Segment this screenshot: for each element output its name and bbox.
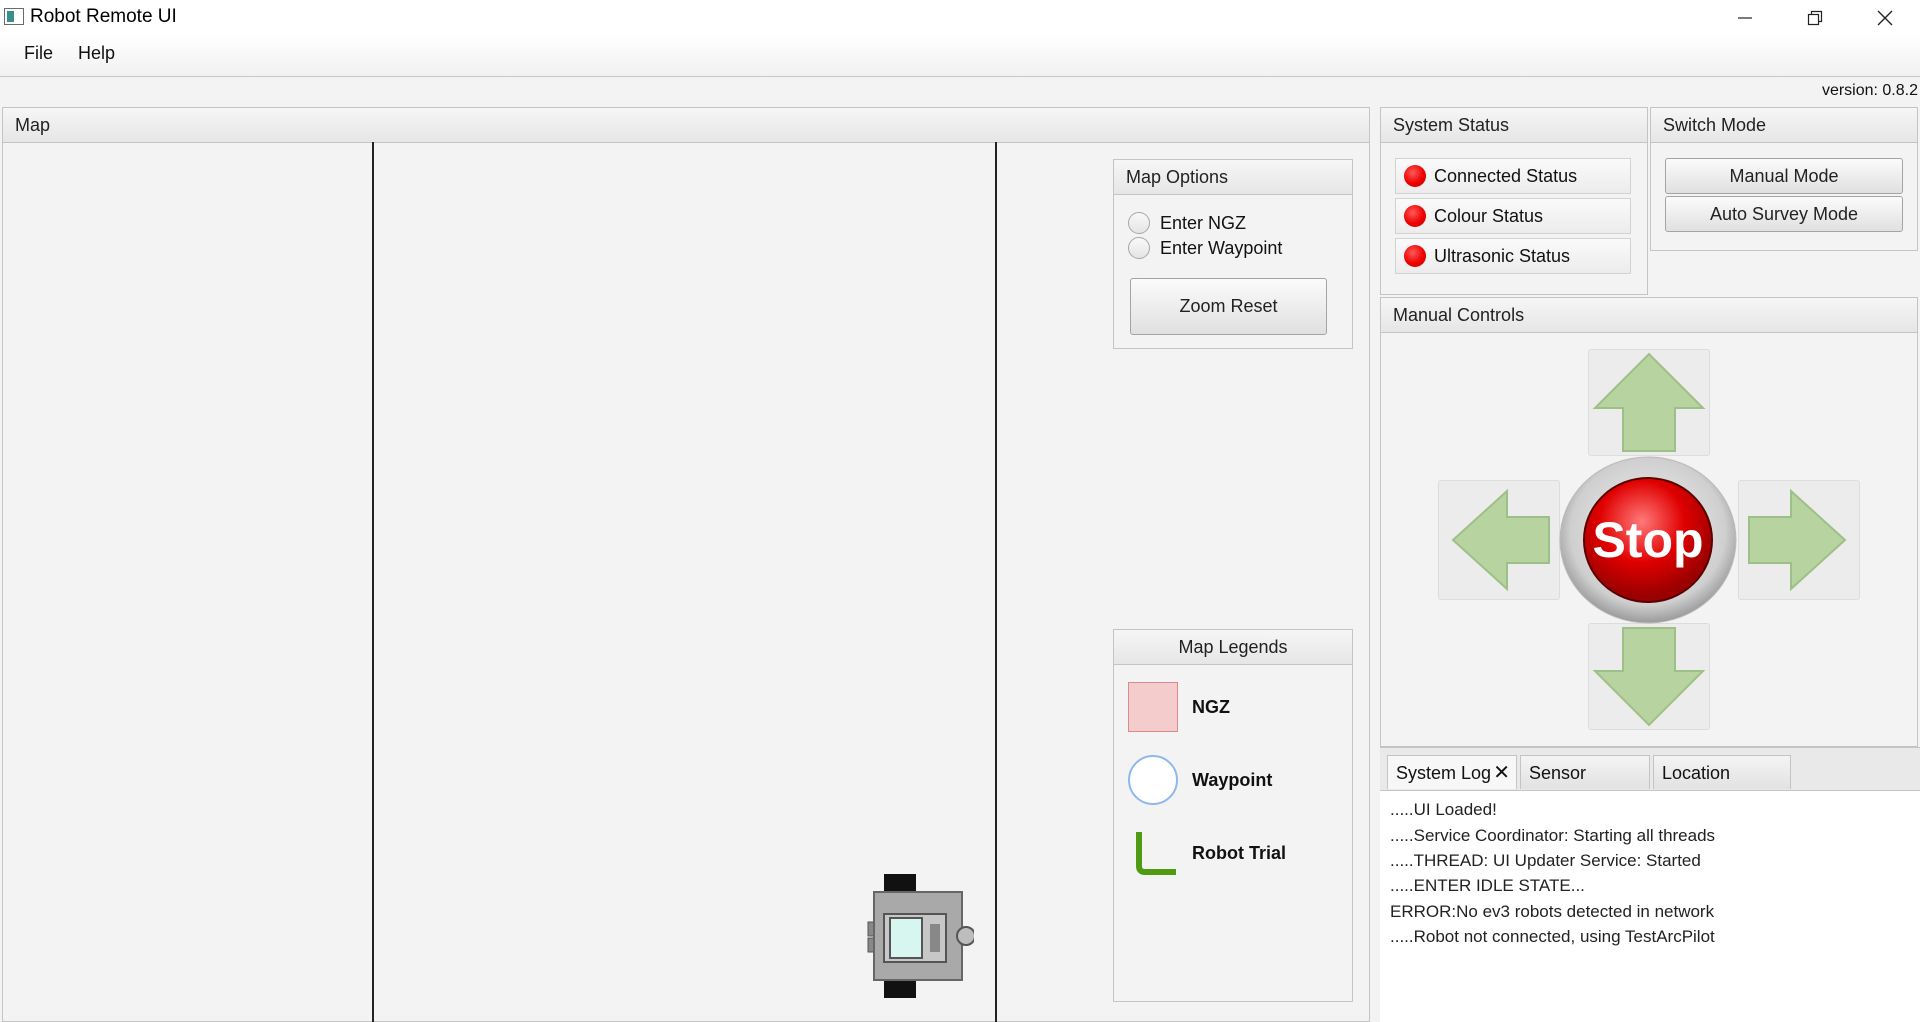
robot-trail-icon <box>1136 832 1176 875</box>
radio-label: Enter NGZ <box>1160 212 1247 233</box>
system-status-panel: System Status Connected Status Colour St… <box>1380 107 1648 295</box>
status-label: Colour Status <box>1434 205 1544 226</box>
title-bar: Robot Remote UI <box>0 0 1920 35</box>
minimize-icon[interactable] <box>1710 0 1780 35</box>
legend-label: Robot Trial <box>1192 842 1286 863</box>
tab-location-status[interactable]: Location Status <box>1653 755 1791 817</box>
system-status-title: System Status <box>1381 108 1647 143</box>
menu-help[interactable]: Help <box>72 43 121 64</box>
legend-label: Waypoint <box>1192 769 1273 790</box>
switch-mode-title: Switch Mode <box>1651 108 1917 143</box>
zoom-reset-button[interactable]: Zoom Reset <box>1130 278 1327 335</box>
menu-bar: File Help <box>0 35 1920 77</box>
right-arrow-icon <box>1748 488 1847 592</box>
tab-sensor-graphs[interactable]: Sensor Graphs <box>1520 755 1650 817</box>
robot-icon[interactable] <box>864 872 976 1002</box>
waypoint-circle-icon <box>1128 755 1178 805</box>
log-line: .....THREAD: UI Updater Service: Started <box>1390 851 1701 870</box>
radio-enter-ngz[interactable]: Enter NGZ <box>1128 212 1246 234</box>
turn-right-button[interactable] <box>1738 480 1860 600</box>
log-line: .....ENTER IDLE STATE... <box>1390 876 1585 895</box>
map-options-title: Map Options <box>1114 160 1352 195</box>
app-icon <box>4 8 24 25</box>
system-log-area[interactable]: .....UI Loaded! .....Service Coordinator… <box>1380 790 1920 1022</box>
colour-status: Colour Status <box>1395 198 1631 234</box>
status-led-icon <box>1404 205 1426 227</box>
switch-mode-panel: Switch Mode Manual Mode Auto Survey Mode <box>1650 107 1918 251</box>
manual-mode-button[interactable]: Manual Mode <box>1665 158 1903 194</box>
map-boundary-line <box>372 142 374 1022</box>
up-arrow-icon <box>1592 352 1706 452</box>
legend-robot-trail: Robot Trial <box>1128 828 1286 878</box>
stop-icon: Stop <box>1559 456 1737 624</box>
ngz-square-icon <box>1128 682 1178 732</box>
version-label: version: 0.8.2 <box>1821 82 1918 99</box>
tab-system-log[interactable]: System Log ✕ <box>1387 755 1517 789</box>
ultrasonic-status: Ultrasonic Status <box>1395 238 1631 274</box>
map-panel-title: Map <box>3 108 1369 143</box>
menu-file[interactable]: File <box>18 43 59 64</box>
log-line: .....Service Coordinator: Starting all t… <box>1390 826 1716 845</box>
manual-controls-title: Manual Controls <box>1381 298 1917 333</box>
legend-ngz: NGZ <box>1128 682 1230 732</box>
move-forward-button[interactable] <box>1588 349 1710 456</box>
map-boundary-line <box>995 142 997 1022</box>
radio-circle-icon[interactable] <box>1128 212 1150 234</box>
legend-waypoint: Waypoint <box>1128 755 1272 805</box>
stop-label: Stop <box>1592 512 1703 568</box>
auto-survey-mode-button[interactable]: Auto Survey Mode <box>1665 196 1903 232</box>
connected-status: Connected Status <box>1395 158 1631 194</box>
map-legends-title: Map Legends <box>1114 630 1352 665</box>
map-options-panel: Map Options Enter NGZ Enter Waypoint Zoo… <box>1113 159 1353 349</box>
log-line: .....Robot not connected, using TestArcP… <box>1390 927 1715 946</box>
restore-icon[interactable] <box>1780 0 1850 35</box>
legend-label: NGZ <box>1192 696 1230 717</box>
window-title: Robot Remote UI <box>30 6 177 27</box>
close-icon[interactable] <box>1850 0 1920 35</box>
tab-close-icon[interactable]: ✕ <box>1493 756 1510 790</box>
radio-label: Enter Waypoint <box>1160 237 1283 258</box>
left-arrow-icon <box>1451 488 1550 592</box>
status-led-icon <box>1404 165 1426 187</box>
move-backward-button[interactable] <box>1588 623 1710 730</box>
log-line: .....UI Loaded! <box>1390 800 1497 819</box>
log-line: ERROR:No ev3 robots detected in network <box>1390 902 1715 921</box>
turn-left-button[interactable] <box>1438 480 1560 600</box>
stop-button[interactable]: Stop <box>1558 455 1738 625</box>
tab-label: System Log <box>1396 763 1492 783</box>
status-led-icon <box>1404 245 1426 267</box>
down-arrow-icon <box>1592 627 1706 727</box>
map-legends-panel: Map Legends NGZ Waypoint Robot Trial <box>1113 629 1353 1002</box>
radio-enter-waypoint[interactable]: Enter Waypoint <box>1128 237 1282 259</box>
status-label: Ultrasonic Status <box>1434 245 1571 266</box>
status-label: Connected Status <box>1434 165 1578 186</box>
radio-circle-icon[interactable] <box>1128 237 1150 259</box>
